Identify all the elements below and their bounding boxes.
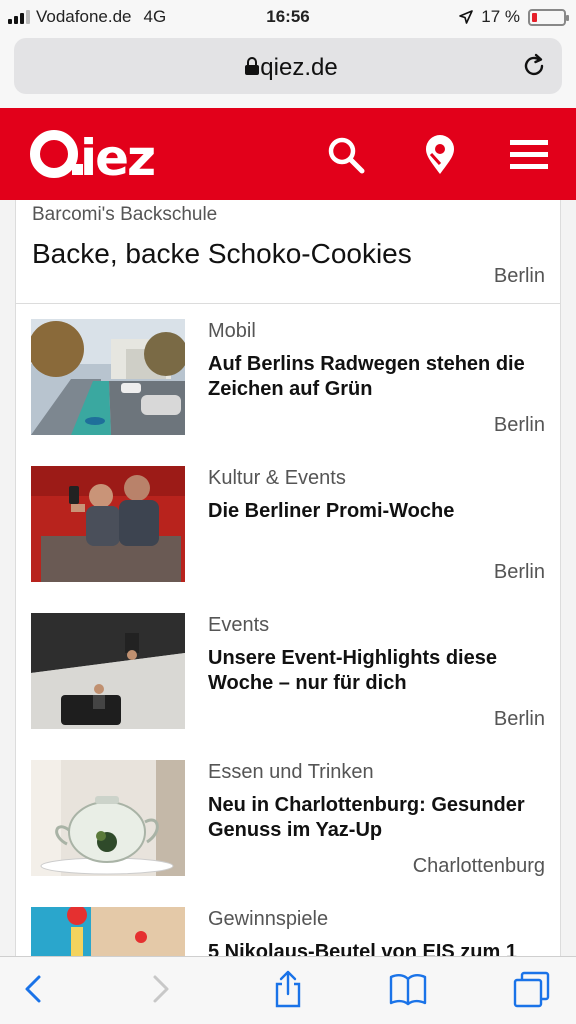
article-feed: Barcomi's Backschule Backe, backe Schoko… [0,200,576,956]
article-category: Kultur & Events [208,467,346,489]
article-card[interactable]: Events Unsere Event-Highlights diese Woc… [15,598,561,746]
article-title[interactable]: Auf Berlins Radwegen stehen die Zeichen … [208,352,538,402]
qiez-logo-mark: iez [30,129,156,187]
article-title[interactable]: 5 Nikolaus-Beutel von EIS zum 1 [208,940,538,956]
address-bar[interactable]: qiez.de [14,38,562,94]
article-thumbnail[interactable] [31,319,185,435]
article-title[interactable]: Die Berliner Promi-Woche [208,499,538,524]
article-category: Essen und Trinken [208,761,374,783]
article-location: Berlin [493,708,545,730]
site-logo[interactable]: iez [28,122,182,200]
article-card[interactable]: Mobil Auf Berlins Radwegen stehen die Ze… [15,304,561,452]
url-text: qiez.de [260,54,338,81]
article-location: Charlottenburg [412,855,545,877]
browser-address-area: qiez.de [0,34,576,108]
article-title[interactable]: Backe, backe Schoko-Cookies [32,238,412,270]
reload-icon[interactable] [520,52,548,80]
browser-toolbar [0,956,576,1024]
battery-icon [528,8,569,26]
article-location: Berlin [493,561,545,583]
share-icon[interactable] [268,969,308,1009]
tabs-icon[interactable] [512,969,552,1009]
search-icon[interactable] [325,134,367,176]
location-arrow-icon [459,10,474,24]
article-category: Gewinnspiele [208,908,329,930]
article-card[interactable]: Essen und Trinken Neu in Charlottenburg:… [15,745,561,893]
article-location: Berlin [493,265,545,287]
article-card[interactable]: Gewinnspiele 5 Nikolaus-Beutel von EIS z… [15,892,561,956]
article-category: Barcomi's Backschule [32,204,218,225]
battery-fill [532,12,537,22]
article-title[interactable]: Unsere Event-Highlights diese Woche – nu… [208,646,538,696]
forward-icon[interactable] [140,969,180,1009]
article-thumbnail[interactable] [31,466,185,582]
article-title[interactable]: Neu in Charlottenburg: Gesunder Genuss i… [208,793,538,843]
article-thumbnail[interactable] [31,760,185,876]
bookmarks-icon[interactable] [388,969,428,1009]
article-thumbnail[interactable] [31,613,185,729]
featured-article[interactable]: Barcomi's Backschule Backe, backe Schoko… [15,200,561,304]
location-pin-icon[interactable] [419,134,461,176]
article-card[interactable]: Kultur & Events Die Berliner Promi-Woche… [15,451,561,599]
article-thumbnail[interactable] [31,907,185,956]
article-location: Berlin [493,414,545,436]
site-header: iez [0,108,576,200]
back-icon[interactable] [14,969,54,1009]
svg-text:iez: iez [80,129,154,186]
article-category: Mobil [208,320,256,342]
article-category: Events [208,614,270,636]
status-bar: Vodafone.de 4G 16:56 17 % [0,0,576,34]
menu-icon[interactable] [508,134,550,176]
battery-percent: 17 % [481,7,520,26]
